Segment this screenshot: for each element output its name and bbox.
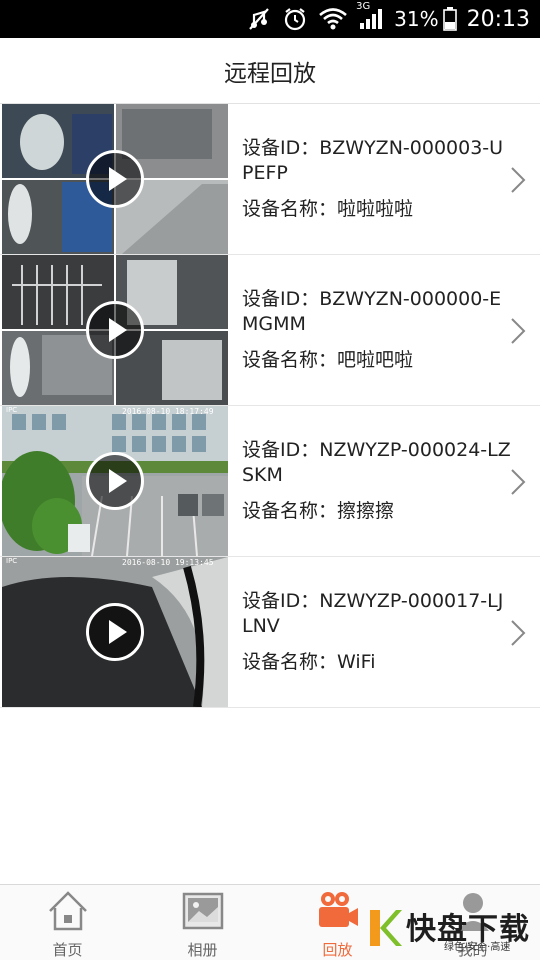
device-info: 设备ID：NZWYZP-000024-LZSKM 设备名称：擦擦擦	[242, 406, 512, 556]
device-name: 设备名称：吧啦吧啦	[242, 349, 414, 371]
device-row[interactable]: 设备ID：BZWYZN-000003-UPEFP 设备名称：啦啦啦啦	[0, 104, 540, 255]
tab-album[interactable]: 相册	[135, 885, 270, 960]
play-icon	[109, 167, 127, 191]
tab-label: 相册	[187, 941, 218, 959]
device-info: 设备ID：BZWYZN-000003-UPEFP 设备名称：啦啦啦啦	[242, 104, 512, 254]
video-thumbnail[interactable]	[2, 255, 228, 405]
camera-icon	[319, 892, 358, 927]
video-thumbnail[interactable]: IPC 2016-08-10 18:17:49	[2, 406, 228, 556]
device-id: 设备ID：NZWYZP-000024-LZSKM	[242, 439, 511, 486]
device-row[interactable]: IPC 2016-08-10 18:17:49 设备ID：NZWYZP-0000…	[0, 406, 540, 557]
home-icon	[49, 891, 87, 931]
device-info: 设备ID：NZWYZP-000017-LJLNV 设备名称：WiFi	[242, 557, 512, 707]
svg-text:IPC: IPC	[6, 557, 17, 565]
play-button[interactable]	[86, 301, 144, 359]
device-info: 设备ID：BZWYZN-000000-EMGMM 设备名称：吧啦吧啦	[242, 255, 512, 405]
watermark-k-icon	[370, 910, 402, 946]
tab-label: 首页	[52, 941, 83, 959]
device-id: 设备ID：BZWYZN-000003-UPEFP	[242, 137, 504, 184]
status-bar: 3G 31% 20:13	[0, 0, 540, 38]
play-icon	[109, 469, 127, 493]
alarm-icon	[282, 6, 308, 32]
network-type-label: 3G	[356, 1, 371, 12]
wifi-icon	[318, 7, 348, 31]
album-icon	[182, 892, 224, 930]
video-timestamp: 2016-08-10 19:13:45	[122, 558, 214, 567]
mute-icon	[246, 6, 272, 32]
chevron-right-icon[interactable]	[510, 619, 526, 647]
play-button[interactable]	[86, 452, 144, 510]
watermark-slogan: 绿色·安全·高速	[444, 942, 511, 953]
svg-text:IPC: IPC	[6, 406, 17, 414]
device-name: 设备名称：WiFi	[242, 651, 376, 673]
video-thumbnail[interactable]: IPC 2016-08-10 19:13:45	[2, 557, 228, 707]
device-row[interactable]: IPC 2016-08-10 19:13:45 设备ID：NZWYZP-0000…	[0, 557, 540, 708]
clock: 20:13	[466, 6, 530, 32]
tab-home[interactable]: 首页	[0, 885, 135, 960]
header: 远程回放	[0, 38, 540, 104]
device-id: 设备ID：BZWYZN-000000-EMGMM	[242, 288, 502, 335]
watermark-logo: 快盘下载 绿色·安全·高速	[368, 904, 538, 956]
device-row[interactable]: 设备ID：BZWYZN-000000-EMGMM 设备名称：吧啦吧啦	[0, 255, 540, 406]
battery-percent: 31%	[394, 7, 439, 31]
page-title: 远程回放	[224, 60, 316, 87]
battery-icon	[442, 7, 457, 31]
play-icon	[109, 620, 127, 644]
signal-icon: 3G	[356, 1, 384, 31]
device-list: 设备ID：BZWYZN-000003-UPEFP 设备名称：啦啦啦啦 设备ID：…	[0, 104, 540, 708]
play-button[interactable]	[86, 603, 144, 661]
video-thumbnail[interactable]	[2, 104, 228, 254]
device-name: 设备名称：擦擦擦	[242, 500, 395, 522]
play-button[interactable]	[86, 150, 144, 208]
device-name: 设备名称：啦啦啦啦	[242, 198, 414, 220]
video-timestamp: 2016-08-10 18:17:49	[122, 407, 214, 416]
chevron-right-icon[interactable]	[510, 317, 526, 345]
chevron-right-icon[interactable]	[510, 468, 526, 496]
device-id: 设备ID：NZWYZP-000017-LJLNV	[242, 590, 504, 637]
chevron-right-icon[interactable]	[510, 166, 526, 194]
play-icon	[109, 318, 127, 342]
